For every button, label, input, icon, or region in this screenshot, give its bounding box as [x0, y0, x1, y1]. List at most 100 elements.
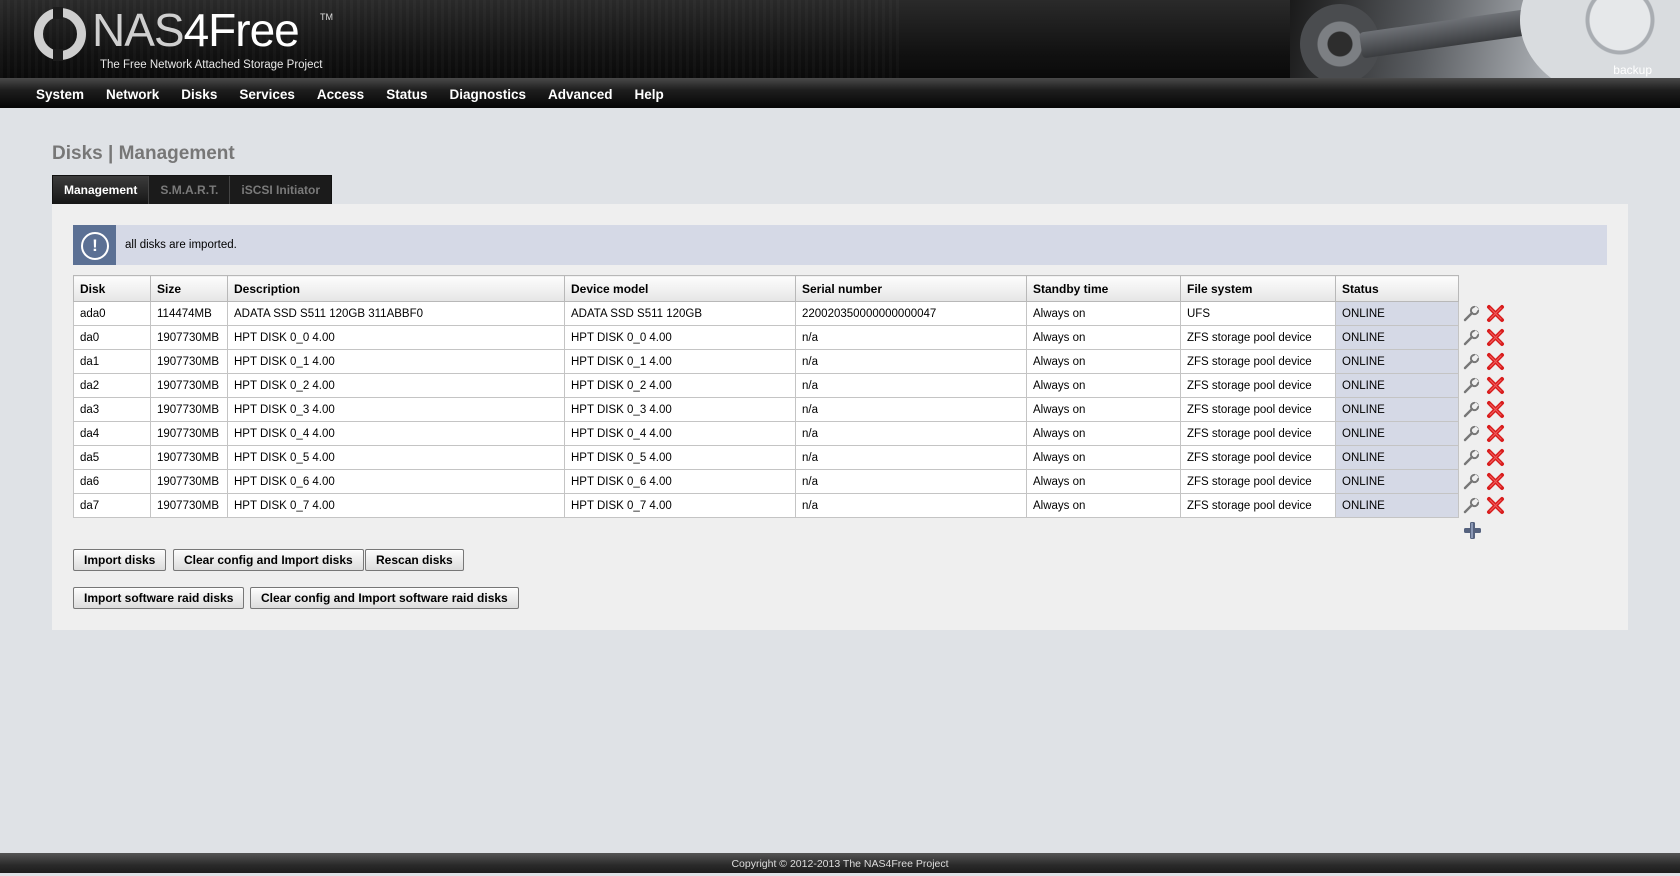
delete-x-icon[interactable] — [1486, 352, 1505, 371]
cell-size: 1907730MB — [150, 469, 228, 494]
add-plus-icon[interactable] — [1463, 521, 1482, 540]
import-software-raid-disks-button[interactable]: Import software raid disks — [73, 587, 245, 609]
row-actions — [1459, 422, 1522, 446]
disk-table: Disk Size Description Device model Seria… — [73, 275, 1522, 541]
cell-device-model: HPT DISK 0_5 4.00 — [564, 445, 796, 470]
delete-x-icon[interactable] — [1486, 448, 1505, 467]
cell-serial-number: n/a — [795, 493, 1027, 518]
clear-config-import-disks-button[interactable]: Clear config and Import disks — [173, 549, 364, 571]
menu-help[interactable]: Help — [624, 78, 675, 111]
wrench-icon[interactable] — [1463, 329, 1480, 346]
main-menu: System Network Disks Services Access Sta… — [0, 78, 1680, 108]
cell-status: ONLINE — [1335, 469, 1459, 494]
row-actions — [1459, 326, 1522, 350]
header: NAS4Free TM The Free Network Attached St… — [0, 0, 1680, 78]
table-row: da7 1907730MB HPT DISK 0_7 4.00 HPT DISK 0_… — [73, 493, 1522, 518]
menu-disks[interactable]: Disks — [170, 78, 228, 111]
cell-disk: da0 — [73, 325, 151, 350]
cell-disk: da2 — [73, 373, 151, 398]
cell-device-model: HPT DISK 0_3 4.00 — [564, 397, 796, 422]
wrench-icon[interactable] — [1463, 377, 1480, 394]
rescan-disks-button[interactable]: Rescan disks — [365, 549, 464, 571]
delete-x-icon[interactable] — [1486, 424, 1505, 443]
tab-management[interactable]: Management — [53, 176, 150, 204]
wrench-icon[interactable] — [1463, 425, 1480, 442]
cell-status: ONLINE — [1335, 445, 1459, 470]
menu-advanced[interactable]: Advanced — [537, 78, 624, 111]
cell-size: 1907730MB — [150, 493, 228, 518]
cell-file-system: ZFS storage pool device — [1180, 493, 1336, 518]
wrench-icon[interactable] — [1463, 449, 1480, 466]
table-row: da6 1907730MB HPT DISK 0_6 4.00 HPT DISK 0_… — [73, 469, 1522, 494]
logo-icon — [34, 7, 86, 61]
cell-status: ONLINE — [1335, 349, 1459, 374]
menu-diagnostics[interactable]: Diagnostics — [438, 78, 537, 111]
cell-standby-time: Always on — [1026, 325, 1181, 350]
table-row: da5 1907730MB HPT DISK 0_5 4.00 HPT DISK 0_… — [73, 445, 1522, 470]
cell-device-model: HPT DISK 0_0 4.00 — [564, 325, 796, 350]
cell-description: HPT DISK 0_1 4.00 — [227, 349, 565, 374]
cell-description: HPT DISK 0_7 4.00 — [227, 493, 565, 518]
delete-x-icon[interactable] — [1486, 376, 1505, 395]
cell-disk: da1 — [73, 349, 151, 374]
cell-serial-number: 220020350000000000047 — [795, 301, 1027, 326]
cell-serial-number: n/a — [795, 325, 1027, 350]
wrench-icon[interactable] — [1463, 305, 1480, 322]
disk-table-body: ada0 114474MB ADATA SSD S511 120GB 311ABBF… — [73, 301, 1522, 542]
menu-network[interactable]: Network — [95, 78, 170, 111]
col-file-system: File system — [1180, 275, 1336, 302]
hostname-label: backup — [1613, 63, 1652, 77]
add-row-spacer — [74, 518, 1459, 542]
page-title: Disks | Management — [52, 143, 235, 164]
cell-standby-time: Always on — [1026, 397, 1181, 422]
menu-services[interactable]: Services — [228, 78, 306, 111]
delete-x-icon[interactable] — [1486, 304, 1505, 323]
table-row: da0 1907730MB HPT DISK 0_0 4.00 HPT DISK 0_… — [73, 325, 1522, 350]
cell-size: 1907730MB — [150, 325, 228, 350]
menu-system[interactable]: System — [25, 78, 95, 111]
cell-file-system: ZFS storage pool device — [1180, 421, 1336, 446]
wrench-icon[interactable] — [1463, 473, 1480, 490]
cell-serial-number: n/a — [795, 373, 1027, 398]
content-panel: ! all disks are imported. Disk Size Desc… — [52, 204, 1628, 630]
footer: Copyright © 2012-2013 The NAS4Free Proje… — [0, 853, 1680, 873]
cell-description: HPT DISK 0_5 4.00 — [227, 445, 565, 470]
delete-x-icon[interactable] — [1486, 400, 1505, 419]
table-row: da1 1907730MB HPT DISK 0_1 4.00 HPT DISK 0_… — [73, 349, 1522, 374]
cell-size: 114474MB — [150, 301, 228, 326]
clear-config-import-software-raid-disks-button[interactable]: Clear config and Import software raid di… — [250, 587, 519, 609]
table-row: da4 1907730MB HPT DISK 0_4 4.00 HPT DISK 0_… — [73, 421, 1522, 446]
row-actions — [1459, 302, 1522, 326]
row-actions — [1459, 374, 1522, 398]
cell-status: ONLINE — [1335, 493, 1459, 518]
cell-disk: da7 — [73, 493, 151, 518]
cell-file-system: UFS — [1180, 301, 1336, 326]
cell-file-system: ZFS storage pool device — [1180, 349, 1336, 374]
logo-text: NAS4Free — [92, 4, 300, 56]
delete-x-icon[interactable] — [1486, 472, 1505, 491]
wrench-icon[interactable] — [1463, 497, 1480, 514]
cell-standby-time: Always on — [1026, 445, 1181, 470]
cell-serial-number: n/a — [795, 445, 1027, 470]
row-actions — [1459, 398, 1522, 422]
row-actions — [1459, 350, 1522, 374]
wrench-icon[interactable] — [1463, 401, 1480, 418]
import-disks-button[interactable]: Import disks — [73, 549, 167, 571]
delete-x-icon[interactable] — [1486, 496, 1505, 515]
tab-iscsi-initiator[interactable]: iSCSI Initiator — [230, 176, 331, 204]
logo-trademark: TM — [320, 12, 333, 22]
info-message: all disks are imported. — [125, 239, 237, 251]
wrench-icon[interactable] — [1463, 353, 1480, 370]
tab-smart[interactable]: S.M.A.R.T. — [149, 176, 231, 204]
table-row: da3 1907730MB HPT DISK 0_3 4.00 HPT DISK 0_… — [73, 397, 1522, 422]
menu-access[interactable]: Access — [306, 78, 375, 111]
cell-standby-time: Always on — [1026, 373, 1181, 398]
table-row: da2 1907730MB HPT DISK 0_2 4.00 HPT DISK 0_… — [73, 373, 1522, 398]
menu-status[interactable]: Status — [375, 78, 438, 111]
add-action — [1459, 518, 1522, 542]
cell-device-model: HPT DISK 0_1 4.00 — [564, 349, 796, 374]
cell-disk: da6 — [73, 469, 151, 494]
cell-size: 1907730MB — [150, 397, 228, 422]
cell-serial-number: n/a — [795, 397, 1027, 422]
delete-x-icon[interactable] — [1486, 328, 1505, 347]
